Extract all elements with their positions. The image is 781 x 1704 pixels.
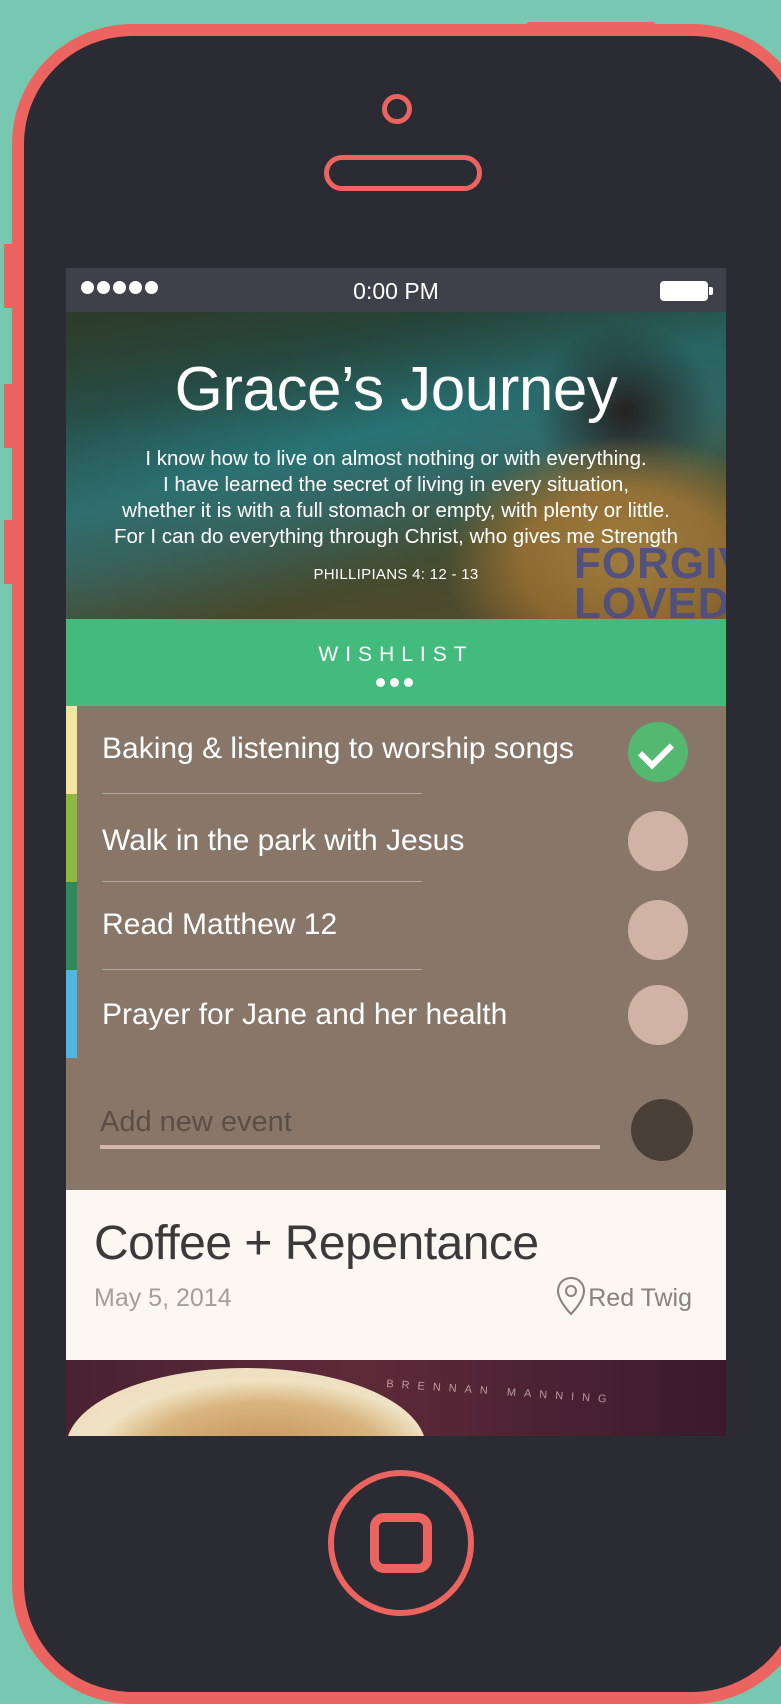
list-item[interactable]: Read Matthew 12 bbox=[66, 882, 726, 970]
item-color-stripe bbox=[66, 882, 77, 970]
verse-text: I know how to live on almost nothing or … bbox=[86, 446, 706, 550]
status-bar: 0:00 PM bbox=[66, 268, 726, 312]
coffee-cup-image bbox=[66, 1368, 426, 1436]
speaker-icon bbox=[324, 155, 482, 191]
list-item[interactable]: Prayer for Jane and her health bbox=[66, 970, 726, 1058]
item-color-stripe bbox=[66, 970, 77, 1058]
location-pin-icon bbox=[556, 1276, 586, 1316]
unchecked-circle-icon[interactable] bbox=[628, 900, 688, 960]
book-cover-text: BRENNAN MANNING bbox=[385, 1378, 615, 1406]
item-label: Prayer for Jane and her health bbox=[102, 998, 508, 1031]
list-item[interactable]: Baking & listening to worship songs bbox=[66, 706, 726, 794]
more-dots-icon[interactable] bbox=[376, 678, 413, 687]
volume-up-button bbox=[4, 384, 16, 448]
item-color-stripe bbox=[66, 706, 77, 794]
wishlist-label: WISHLIST bbox=[318, 643, 474, 666]
item-color-stripe bbox=[66, 794, 77, 882]
wishlist-header[interactable]: WISHLIST bbox=[66, 619, 726, 706]
app-screen: 0:00 PM FORGIVE LOVED Grace’s Journey I … bbox=[66, 268, 726, 1436]
battery-icon bbox=[660, 281, 713, 301]
wishlist-items: Baking & listening to worship songs Walk… bbox=[66, 706, 726, 1058]
mute-switch bbox=[4, 244, 16, 308]
page-title: Grace’s Journey bbox=[174, 355, 618, 424]
item-label: Walk in the park with Jesus bbox=[102, 824, 465, 857]
status-time: 0:00 PM bbox=[353, 278, 439, 304]
add-event-button[interactable] bbox=[631, 1099, 693, 1161]
add-event-input[interactable] bbox=[100, 1099, 600, 1149]
verse-line: I know how to live on almost nothing or … bbox=[145, 447, 647, 470]
volume-down-button bbox=[4, 520, 16, 584]
verse-line: For I can do everything through Christ, … bbox=[113, 525, 679, 548]
shirt-print: FORGIVE LOVED bbox=[574, 539, 726, 628]
checked-circle-icon[interactable] bbox=[628, 722, 688, 782]
event-photo: BRENNAN MANNING bbox=[66, 1360, 726, 1436]
power-button bbox=[526, 22, 656, 34]
unchecked-circle-icon[interactable] bbox=[628, 811, 688, 871]
event-location: Red Twig bbox=[588, 1284, 692, 1312]
event-date: May 5, 2014 bbox=[94, 1284, 232, 1312]
item-label: Read Matthew 12 bbox=[102, 908, 338, 941]
home-square-icon bbox=[370, 1513, 432, 1573]
verse-reference: PHILLIPIANS 4: 12 - 13 bbox=[313, 566, 479, 583]
event-card[interactable]: Coffee + Repentance May 5, 2014 Red Twig bbox=[66, 1190, 726, 1360]
add-event-row bbox=[66, 1073, 726, 1190]
list-item[interactable]: Walk in the park with Jesus bbox=[66, 794, 726, 882]
event-title: Coffee + Repentance bbox=[94, 1217, 539, 1270]
camera-icon bbox=[382, 94, 412, 124]
item-label: Baking & listening to worship songs bbox=[102, 732, 574, 765]
verse-line: I have learned the secret of living in e… bbox=[162, 473, 630, 496]
hero-banner: FORGIVE LOVED Grace’s Journey I know how… bbox=[66, 312, 726, 626]
unchecked-circle-icon[interactable] bbox=[628, 985, 688, 1045]
verse-line: whether it is with a full stomach or emp… bbox=[122, 499, 670, 522]
home-button[interactable] bbox=[328, 1470, 474, 1616]
